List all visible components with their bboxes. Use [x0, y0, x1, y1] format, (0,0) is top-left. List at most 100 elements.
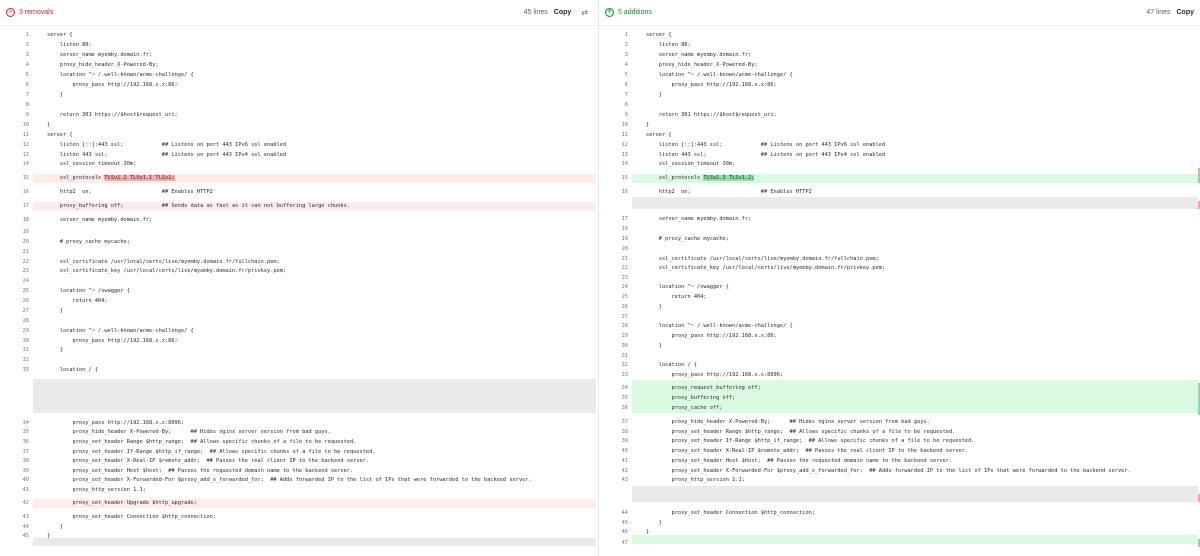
line-number: 32 — [22, 357, 29, 363]
line-number: 27 — [22, 308, 29, 314]
line-text: server { — [646, 32, 672, 38]
code-line: 17 proxy_buffering off; ## Sends data as… — [0, 202, 598, 211]
line-number: 17 — [22, 203, 29, 209]
line-text: } — [47, 308, 63, 314]
line-number: 11 — [621, 132, 628, 138]
code-line: 12 listen [::]:443 ssl; ## Listens on po… — [0, 141, 598, 150]
swap-icon[interactable]: ⇄ — [581, 8, 588, 17]
line-text: ssl_certificate /usr/local/certs/live/my… — [47, 259, 280, 265]
line-number: 26 — [22, 298, 29, 304]
line-number: 41 — [22, 487, 29, 493]
line-text: proxy_cache off; — [646, 405, 723, 411]
right-copy-button[interactable]: Copy — [1177, 9, 1195, 16]
line-number: 7 — [25, 92, 29, 98]
line-text: location ^~ /.well-known/acme-challenge/… — [646, 72, 793, 78]
code-line: 1 server { — [599, 31, 1200, 40]
code-line: 44 } — [0, 523, 598, 532]
code-line: 15 ssl_protocols TLSv1.2 TLSv1.1 TLSv1; — [0, 174, 598, 183]
line-number: 16 — [22, 189, 29, 195]
code-line: 37 proxy_set_header If-Range $http_if_ra… — [0, 448, 598, 457]
line-number: 25 — [621, 294, 628, 300]
line-number: 44 — [22, 524, 29, 530]
line-text: proxy_hide_header X-Powered-By; ## Hides… — [47, 429, 331, 435]
line-text: ssl_session_timeout 30m; — [646, 161, 736, 167]
code-line: 7 } — [599, 91, 1200, 100]
code-line: 34 proxy_request_buffering off; — [599, 384, 1200, 393]
code-line: 27 } — [0, 307, 598, 316]
line-text: listen 443 ssl; ## Listens on port 443 I… — [646, 152, 886, 158]
line-number: 2 — [25, 42, 29, 48]
line-number: 13 — [22, 152, 29, 158]
code-line: 31 — [599, 352, 1200, 361]
code-line: 28 — [0, 317, 598, 326]
code-line: 30 proxy_pass http://192.168.x.x:86; — [0, 337, 598, 346]
line-number: 31 — [22, 347, 29, 353]
line-number: 27 — [621, 314, 628, 320]
code-line: 29 proxy_pass http://192.168.x.x:86; — [599, 332, 1200, 341]
line-number: 8 — [25, 102, 29, 108]
line-number: 10 — [621, 122, 628, 128]
code-line: 27 — [599, 313, 1200, 322]
line-number: 35 — [22, 429, 29, 435]
code-line: 20 # proxy_cache mycache; — [0, 238, 598, 247]
line-text: server_name myemby.domain.fr; — [47, 217, 153, 223]
added-token: TLSv1.3 TLSv1.2; — [703, 175, 755, 181]
line-text: proxy_http_version 1.1; — [646, 477, 745, 483]
line-number: 40 — [22, 477, 29, 483]
code-line: 34 proxy_pass http://192.168.x.x:8096; — [0, 419, 598, 428]
line-text: proxy_pass http://192.168.x.x:8096; — [646, 372, 784, 378]
left-copy-button[interactable]: Copy — [554, 9, 572, 16]
line-text: ssl_protocols TLSv1.3 TLSv1.2; — [646, 175, 755, 181]
line-number: 36 — [22, 439, 29, 445]
code-line: 8 — [0, 101, 598, 110]
code-line: 2 listen 80; — [599, 41, 1200, 50]
line-text: } — [646, 304, 662, 310]
code-line: 11 server { — [599, 131, 1200, 140]
line-number: 24 — [621, 284, 628, 290]
line-number: 30 — [621, 343, 628, 349]
line-number: 33 — [621, 372, 628, 378]
code-line: 17 server_name myemby.domain.fr; — [599, 215, 1200, 224]
code-line: 41 proxy_http_version 1.1; — [0, 486, 598, 495]
line-text: location / { — [47, 367, 99, 373]
line-text: # proxy_cache mycache; — [47, 239, 130, 245]
line-number: 9 — [624, 112, 628, 118]
code-line: 22 ssl_certificate_key /usr/local/certs/… — [599, 264, 1200, 273]
code-line: 43 proxy_http_version 1.1; — [599, 476, 1200, 485]
code-line: 28 location ^~ /.well-known/acme-challen… — [599, 322, 1200, 331]
line-text: # proxy_cache mycache; — [646, 236, 729, 242]
code-line: 13 listen 443 ssl; ## Listens on port 44… — [599, 151, 1200, 160]
code-line: 7 } — [0, 91, 598, 100]
line-text: ssl_protocols TLSv1.2 TLSv1.1 TLSv1; — [47, 175, 175, 181]
code-line: 15 ssl_protocols TLSv1.3 TLSv1.2; — [599, 174, 1200, 183]
line-text: proxy_pass http://192.168.x.x:86; — [47, 338, 178, 344]
code-line: 35 proxy_buffering off; — [599, 394, 1200, 403]
line-number: 28 — [22, 318, 29, 324]
right-code-view: 1 server {2 listen 80; 3 server_name myemb… — [599, 31, 1200, 556]
line-number: 39 — [22, 468, 29, 474]
line-text: listen [::]:443 ssl; ## Listens on port … — [646, 142, 886, 148]
code-line: 19 — [0, 228, 598, 237]
code-line: 18 server_name myemby.domain.fr; — [0, 216, 598, 225]
code-line: 33 location / { — [0, 366, 598, 375]
right-diff-pane: + 5 additions 47 lines Copy 1 server {2 l… — [599, 0, 1200, 556]
line-number: 37 — [22, 449, 29, 455]
code-line: 41 proxy_set_header Host $host; ## Passe… — [599, 457, 1200, 466]
line-number: 23 — [621, 275, 628, 281]
code-line: 46} — [599, 528, 1200, 537]
code-line: 24 — [0, 277, 598, 286]
code-line: 21 ssl_certificate /usr/local/certs/live… — [599, 255, 1200, 264]
code-line: 11 server { — [0, 131, 598, 140]
line-number: 45 — [22, 533, 29, 539]
code-line: 32 — [0, 356, 598, 365]
line-number: 38 — [621, 429, 628, 435]
right-spacer-block — [632, 197, 1198, 209]
line-number: 21 — [22, 249, 29, 255]
line-text: } — [47, 533, 51, 539]
line-text: location ^~ /swagger { — [47, 288, 130, 294]
line-text: proxy_set_header Connection $http_connec… — [47, 514, 217, 520]
code-line: 35 proxy_hide_header X-Powered-By; ## Hi… — [0, 428, 598, 437]
line-text: proxy_pass http://192.168.x.x:86; — [47, 82, 178, 88]
line-text: proxy_pass http://192.168.x.x:86; — [646, 333, 777, 339]
line-number: 4 — [624, 62, 628, 68]
